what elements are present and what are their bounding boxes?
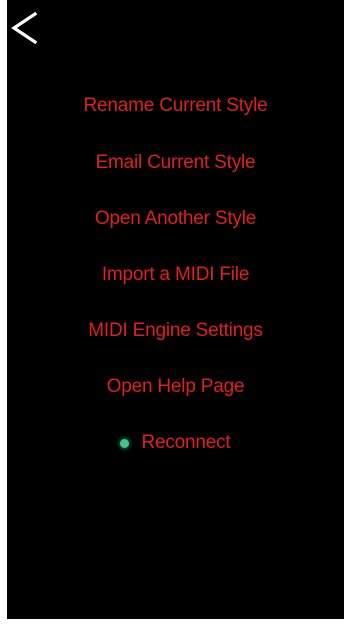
status-dot-icon bbox=[120, 438, 130, 448]
menu-item-label: Reconnect bbox=[141, 432, 231, 453]
reconnect-button[interactable]: Reconnect bbox=[7, 428, 344, 458]
rename-current-style-button[interactable]: Rename Current Style bbox=[7, 91, 344, 121]
chevron-left-icon bbox=[11, 11, 38, 45]
open-help-page-button[interactable]: Open Help Page bbox=[7, 372, 344, 402]
menu-item-label: Open Help Page bbox=[106, 376, 245, 397]
back-button[interactable] bbox=[9, 11, 41, 45]
menu-item-label: MIDI Engine Settings bbox=[88, 320, 263, 341]
open-another-style-button[interactable]: Open Another Style bbox=[7, 204, 344, 234]
menu-item-label: Rename Current Style bbox=[83, 95, 268, 116]
import-midi-file-button[interactable]: Import a MIDI File bbox=[7, 260, 344, 290]
menu-item-label: Open Another Style bbox=[94, 208, 257, 229]
midi-engine-settings-button[interactable]: MIDI Engine Settings bbox=[7, 316, 344, 346]
email-current-style-button[interactable]: Email Current Style bbox=[7, 148, 344, 178]
menu-item-label: Email Current Style bbox=[95, 152, 256, 173]
menu-screen: Rename Current Style Email Current Style… bbox=[7, 0, 344, 619]
menu-item-label: Import a MIDI File bbox=[101, 264, 250, 285]
